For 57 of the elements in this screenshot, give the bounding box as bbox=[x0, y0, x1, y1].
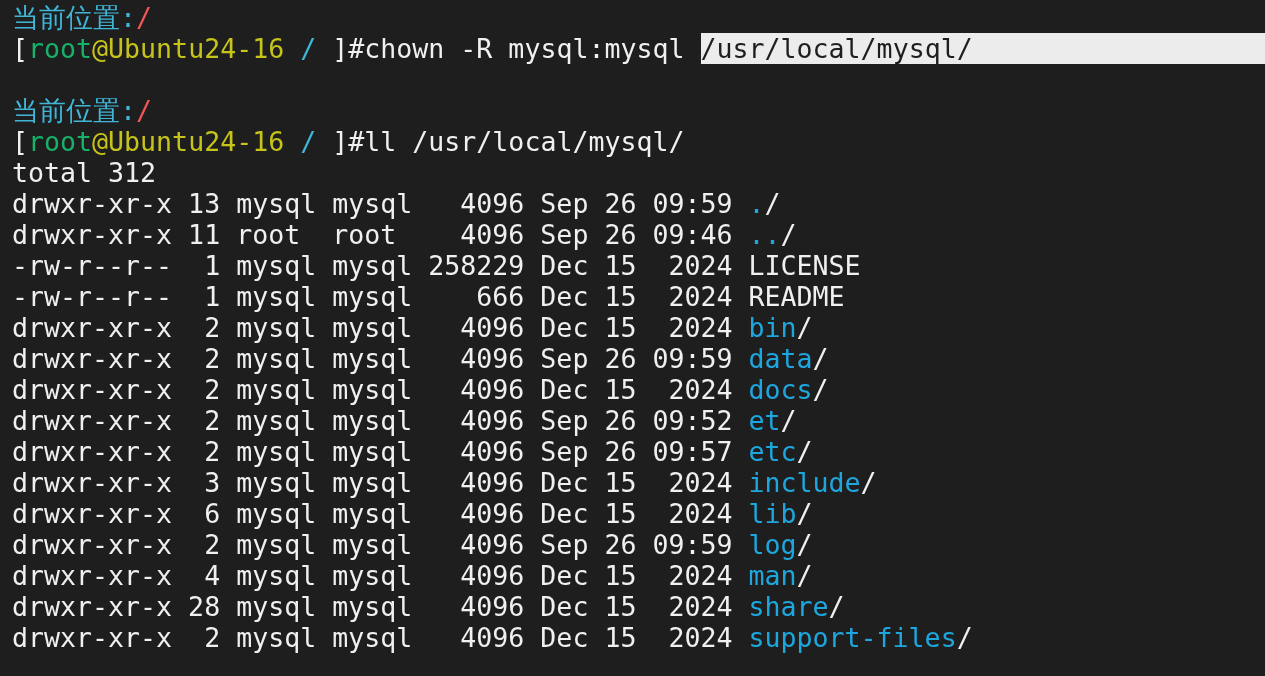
terminal-text: drwxr-xr-x 2 mysql mysql 4096 Dec 15 2024 bbox=[12, 374, 734, 405]
terminal-text: ]#chown -R mysql:mysql bbox=[332, 33, 686, 64]
terminal-text: / bbox=[796, 436, 813, 467]
terminal-text: / bbox=[860, 467, 877, 498]
directory-name: bin bbox=[748, 312, 797, 343]
directory-name: log bbox=[748, 529, 797, 560]
directory-name: lib bbox=[748, 498, 797, 529]
prompt-directory: / bbox=[299, 33, 318, 64]
terminal-text: drwxr-xr-x 11 root root 4096 Sep 26 09:46 bbox=[12, 219, 734, 250]
terminal-text: ]#ll /usr/local/mysql/ bbox=[332, 126, 685, 157]
prompt-user: root bbox=[28, 126, 93, 157]
terminal-text: / bbox=[780, 405, 797, 436]
terminal-text: drwxr-xr-x 6 mysql mysql 4096 Dec 15 2024 bbox=[12, 498, 734, 529]
directory-name: . bbox=[748, 188, 765, 219]
terminal-text: drwxr-xr-x 4 mysql mysql 4096 Dec 15 2024 bbox=[12, 560, 734, 591]
terminal-text: drwxr-xr-x 13 mysql mysql 4096 Sep 26 09:59 bbox=[12, 188, 734, 219]
terminal-text: / bbox=[764, 188, 781, 219]
terminal-text: / bbox=[956, 622, 973, 653]
directory-name: docs bbox=[748, 374, 813, 405]
terminal-text: / bbox=[828, 591, 845, 622]
prompt-host: @Ubuntu24-16 bbox=[92, 126, 285, 157]
prompt-user: root bbox=[28, 33, 93, 64]
directory-name: .. bbox=[748, 219, 781, 250]
prompt-host: @Ubuntu24-16 bbox=[92, 33, 285, 64]
terminal-text: / bbox=[796, 312, 813, 343]
terminal-text: / bbox=[780, 219, 797, 250]
location-label: 当前位置: bbox=[12, 2, 136, 33]
terminal-text: [ bbox=[12, 33, 28, 64]
terminal-text: / bbox=[812, 374, 829, 405]
terminal-text: total 312 bbox=[12, 157, 157, 188]
directory-name: et bbox=[748, 405, 781, 436]
directory-name: data bbox=[748, 343, 813, 374]
terminal-text: drwxr-xr-x 2 mysql mysql 4096 Sep 26 09:57 bbox=[12, 436, 734, 467]
terminal-text: -rw-r--r-- 1 mysql mysql 258229 Dec 15 2024 LICENSE bbox=[12, 250, 861, 281]
terminal-text: / bbox=[796, 560, 813, 591]
terminal-text: drwxr-xr-x 2 mysql mysql 4096 Sep 26 09:59 bbox=[12, 529, 734, 560]
location-label: 当前位置: bbox=[12, 95, 136, 126]
directory-name: include bbox=[748, 467, 861, 498]
prompt-directory: / bbox=[299, 126, 318, 157]
directory-name: man bbox=[748, 560, 797, 591]
terminal-text: drwxr-xr-x 2 mysql mysql 4096 Sep 26 09:52 bbox=[12, 405, 734, 436]
terminal-text: / bbox=[796, 529, 813, 560]
terminal-text: / bbox=[796, 498, 813, 529]
selected-text: /usr/local/mysql/ bbox=[700, 33, 1265, 64]
terminal-text: drwxr-xr-x 28 mysql mysql 4096 Dec 15 2024 bbox=[12, 591, 734, 622]
terminal-text: drwxr-xr-x 3 mysql mysql 4096 Dec 15 2024 bbox=[12, 467, 734, 498]
terminal-text: -rw-r--r-- 1 mysql mysql 666 Dec 15 2024 README bbox=[12, 281, 845, 312]
directory-name: share bbox=[748, 591, 829, 622]
terminal-text: drwxr-xr-x 2 mysql mysql 4096 Dec 15 2024 bbox=[12, 622, 734, 653]
location-path: / bbox=[136, 2, 153, 33]
directory-name: support-files bbox=[748, 622, 957, 653]
terminal-text: / bbox=[812, 343, 829, 374]
terminal-text: drwxr-xr-x 2 mysql mysql 4096 Sep 26 09:59 bbox=[12, 343, 734, 374]
location-path: / bbox=[136, 95, 153, 126]
terminal-text: drwxr-xr-x 2 mysql mysql 4096 Dec 15 2024 bbox=[12, 312, 734, 343]
directory-name: etc bbox=[748, 436, 797, 467]
terminal-text: [ bbox=[12, 126, 28, 157]
